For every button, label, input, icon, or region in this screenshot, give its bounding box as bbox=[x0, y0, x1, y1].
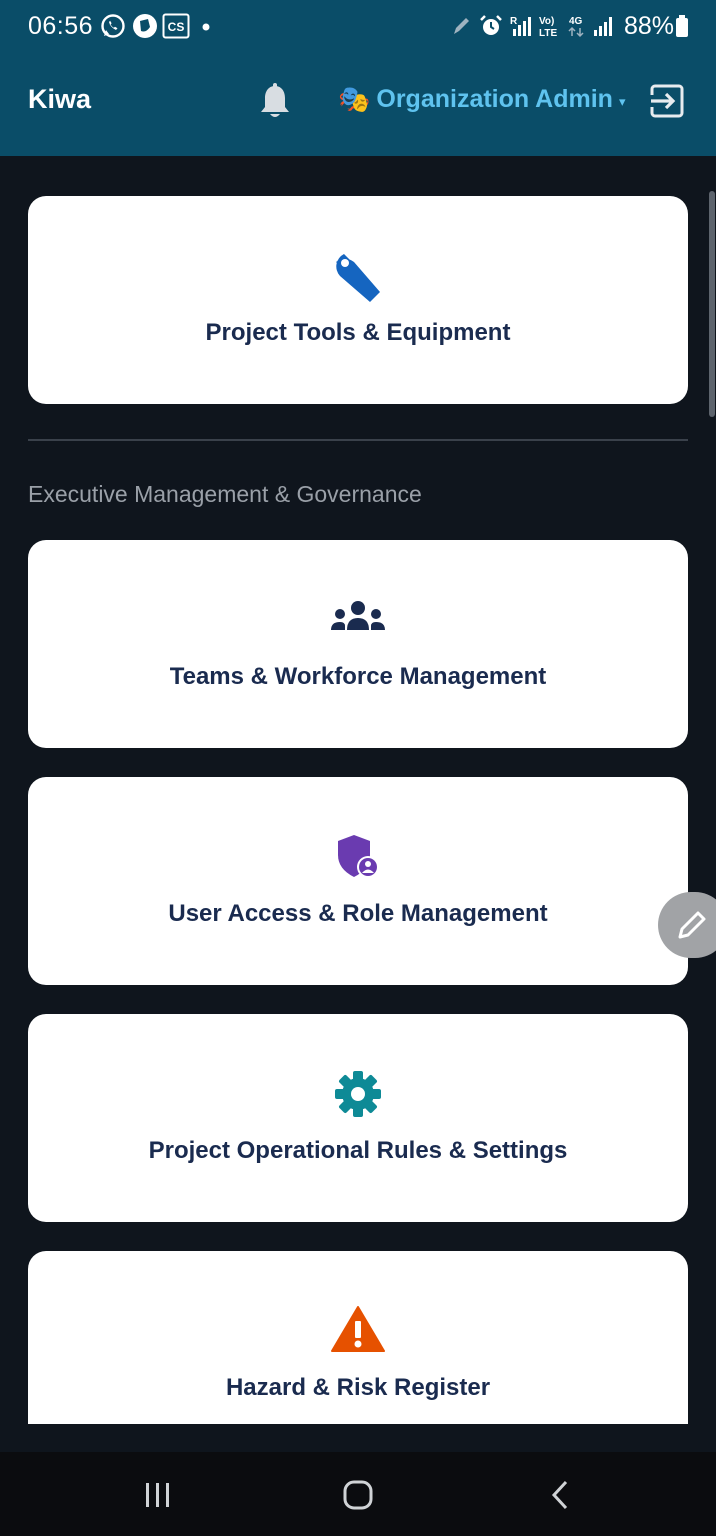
divider bbox=[28, 439, 688, 441]
battery-icon bbox=[676, 15, 688, 37]
svg-text:LTE: LTE bbox=[539, 28, 557, 39]
signal-r-icon: R bbox=[510, 16, 531, 36]
svg-text:Vo): Vo) bbox=[539, 16, 554, 27]
role-switcher[interactable]: 🎭 Organization Admin ▾ bbox=[338, 84, 625, 115]
edit-fab[interactable] bbox=[658, 892, 716, 958]
notification-bell-icon[interactable] bbox=[258, 83, 292, 121]
status-time: 06:56 bbox=[28, 12, 94, 40]
dashboard-content: Project Tools & Equipment Executive Mana… bbox=[0, 156, 716, 1424]
card-label: Teams & Workforce Management bbox=[169, 663, 547, 690]
4g-icon: 4G bbox=[568, 16, 584, 38]
shield-app-icon bbox=[133, 14, 157, 38]
home-icon[interactable] bbox=[342, 1480, 374, 1510]
card-user-access[interactable]: User Access & Role Management bbox=[28, 777, 688, 985]
scrollbar[interactable] bbox=[709, 191, 715, 417]
recent-apps-icon[interactable] bbox=[142, 1480, 174, 1510]
card-teams-workforce[interactable]: Teams & Workforce Management bbox=[28, 540, 688, 748]
dot-icon bbox=[202, 23, 210, 31]
svg-text:CS: CS bbox=[168, 20, 185, 34]
theater-masks-icon: 🎭 bbox=[338, 84, 371, 114]
role-label: Organization Admin bbox=[376, 85, 613, 113]
pencil-icon bbox=[678, 911, 706, 939]
chevron-down-icon: ▾ bbox=[618, 93, 626, 109]
app-bar: Kiwa 🎭 Organization Admin ▾ bbox=[0, 56, 716, 156]
back-icon[interactable] bbox=[544, 1480, 576, 1510]
warning-icon bbox=[28, 1301, 688, 1361]
edit-icon bbox=[454, 18, 469, 34]
svg-text:R: R bbox=[510, 16, 518, 27]
section-heading: Executive Management & Governance bbox=[28, 481, 422, 507]
card-hazard-risk[interactable]: Hazard & Risk Register bbox=[28, 1251, 688, 1424]
card-label: User Access & Role Management bbox=[168, 900, 548, 927]
card-operational-rules[interactable]: Project Operational Rules & Settings bbox=[28, 1014, 688, 1222]
svg-text:4G: 4G bbox=[569, 16, 583, 27]
cs-icon: CS bbox=[162, 13, 190, 39]
card-label: Project Operational Rules & Settings bbox=[148, 1137, 568, 1164]
alarm-icon bbox=[480, 15, 502, 35]
battery-percent: 88% bbox=[623, 12, 674, 40]
wrench-icon bbox=[28, 246, 688, 306]
card-label: Hazard & Risk Register bbox=[225, 1374, 491, 1401]
app-title: Kiwa bbox=[28, 84, 92, 114]
status-bar: 06:56 CS R Vo) LTE 4G 88% bbox=[0, 0, 716, 56]
logout-icon[interactable] bbox=[648, 82, 686, 120]
gear-icon bbox=[28, 1064, 688, 1124]
volte-icon: Vo) LTE bbox=[539, 16, 557, 39]
card-project-tools[interactable]: Project Tools & Equipment bbox=[28, 196, 688, 404]
system-nav-bar bbox=[0, 1452, 716, 1536]
signal-icon bbox=[594, 17, 612, 36]
users-group-icon bbox=[28, 590, 688, 650]
whatsapp-icon bbox=[101, 14, 125, 38]
card-label: Project Tools & Equipment bbox=[205, 319, 511, 346]
shield-user-icon bbox=[28, 827, 688, 887]
